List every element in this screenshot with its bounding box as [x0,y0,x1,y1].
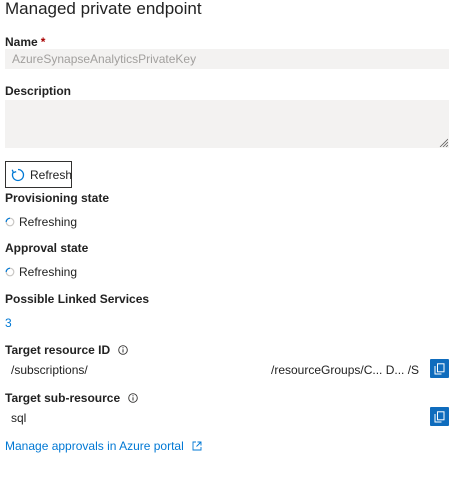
name-input[interactable]: AzureSynapseAnalyticsPrivateKey [5,49,449,69]
refresh-button-label: Refresh [30,167,73,182]
linked-services-count-link[interactable]: 3 [5,316,12,330]
target-subresource-label: Target sub-resource [5,391,138,405]
target-subresource-label-text: Target sub-resource [5,391,121,405]
external-link-icon [192,441,202,451]
approval-state-label: Approval state [5,241,89,255]
manage-approvals-link[interactable]: Manage approvals in Azure portal [5,439,202,453]
target-resource-label-text: Target resource ID [5,343,111,357]
approval-state-text: Refreshing [19,265,78,279]
copy-target-resource-button[interactable] [430,359,449,378]
page-title: Managed private endpoint [5,0,202,18]
linked-services-label: Possible Linked Services [5,292,150,306]
spinner-icon [5,267,15,277]
provisioning-state-text: Refreshing [19,215,78,229]
description-textarea[interactable] [5,100,449,148]
copy-target-subresource-button[interactable] [430,407,449,426]
spinner-icon [5,217,15,227]
info-icon[interactable] [127,393,138,403]
resize-grip-icon[interactable] [439,138,448,147]
manage-approvals-link-text: Manage approvals in Azure portal [5,439,184,453]
target-resource-id-start: /subscriptions/ [11,363,88,377]
refresh-icon [11,168,25,182]
name-label: Name * [5,35,45,49]
copy-icon [434,362,445,374]
target-resource-label: Target resource ID [5,343,128,357]
description-label: Description [5,84,72,98]
info-icon[interactable] [117,345,128,355]
refresh-button[interactable]: Refresh [5,161,72,188]
provisioning-state-status: Refreshing [5,215,77,229]
name-label-text: Name [5,35,38,49]
approval-state-status: Refreshing [5,265,77,279]
target-subresource-value: sql [11,411,27,425]
provisioning-state-label: Provisioning state [5,191,110,205]
required-mark: * [40,35,46,49]
target-resource-id-end: /resourceGroups/C... D... /S... M... [271,363,419,377]
copy-icon [434,410,445,422]
